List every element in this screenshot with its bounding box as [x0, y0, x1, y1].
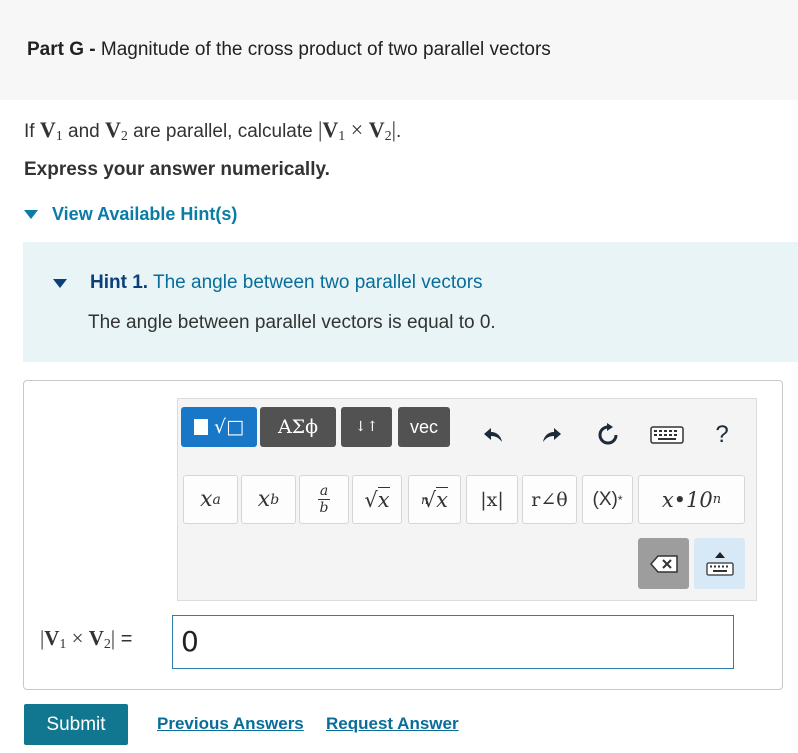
instruction-text: Express your answer numerically. — [24, 159, 330, 180]
answer-v1-sub: 1 — [59, 637, 67, 652]
answer-input[interactable]: 0 — [172, 615, 734, 669]
hint-1-title-text: The angle between two parallel vectors — [153, 272, 483, 293]
submit-button[interactable]: Submit — [24, 704, 128, 745]
part-title-text: Magnitude of the cross product of two pa… — [100, 39, 551, 60]
expr-cross: × — [350, 117, 364, 142]
abs-value-label: |x| — [480, 488, 504, 511]
question-and: and — [68, 121, 100, 142]
answer-expression: |V1 × V2| — [40, 626, 116, 652]
fraction-key-den: b — [319, 500, 329, 516]
v1-subscript: 1 — [55, 129, 63, 144]
question-text: If V1 and V2 are parallel, calculate |V1… — [24, 117, 401, 145]
answer-equals: = — [120, 628, 133, 650]
subscript-key-base: x — [257, 487, 271, 512]
previous-answers-link[interactable]: Previous Answers — [157, 714, 304, 734]
reset-icon[interactable] — [593, 420, 623, 450]
answer-v2-sub: 2 — [103, 637, 111, 652]
backspace-icon — [649, 554, 678, 573]
fraction-key-num: a — [319, 483, 329, 499]
abs-value-key[interactable]: |x| — [466, 475, 518, 524]
tab-arrows-label: ↓↑ — [354, 419, 379, 435]
tab-greek-label: ΑΣϕ — [277, 416, 319, 438]
subscript-key[interactable]: xb — [241, 475, 296, 524]
question-middle: are parallel, calculate — [133, 121, 313, 142]
view-hints-label: View Available Hint(s) — [52, 204, 238, 224]
v2-subscript: 2 — [120, 129, 128, 144]
keyboard-toggle-button[interactable] — [694, 538, 745, 589]
answer-close-bar: | — [110, 626, 116, 650]
conjugate-key-mark: * — [617, 492, 623, 507]
caret-up-icon — [714, 551, 725, 558]
polar-key-label: r∠θ — [531, 488, 568, 511]
tab-vec-label: vec — [409, 416, 438, 437]
power-key-exp: a — [212, 491, 221, 508]
view-hints-toggle[interactable]: View Available Hint(s) — [24, 204, 237, 225]
v1-symbol: V1 — [39, 117, 63, 144]
sqrt-key[interactable]: √ x — [352, 475, 402, 524]
expr-v1: V — [322, 117, 339, 142]
hint-caret-down-icon[interactable] — [53, 279, 67, 288]
power-key[interactable]: xa — [183, 475, 238, 524]
help-button[interactable]: ? — [707, 420, 737, 450]
backspace-button[interactable] — [638, 538, 689, 589]
answer-cross: × — [71, 626, 84, 650]
expr-v2: V — [368, 117, 385, 142]
subscript-key-idx: b — [270, 491, 280, 508]
undo-icon[interactable] — [478, 420, 508, 450]
v1-letter: V — [39, 117, 56, 142]
hint-1-title[interactable]: Hint 1. The angle between two parallel v… — [90, 272, 483, 294]
hint-1-body: The angle between parallel vectors is eq… — [88, 312, 496, 333]
expr-v1-sub: 1 — [338, 129, 346, 144]
v2-symbol: V2 — [105, 117, 128, 144]
nth-root-key[interactable]: n √ x — [408, 475, 461, 524]
request-answer-link[interactable]: Request Answer — [326, 714, 459, 734]
part-title: Part G - Magnitude of the cross product … — [27, 39, 551, 61]
tab-templates-label: √□ — [213, 416, 245, 438]
keyboard-small-icon — [705, 561, 734, 576]
answer-v2: V — [88, 626, 104, 650]
sqrt-glyph: √ — [364, 487, 378, 512]
answer-v1: V — [44, 626, 60, 650]
part-header: Part G - Magnitude of the cross product … — [0, 0, 798, 100]
keyboard-icon[interactable] — [648, 420, 686, 450]
hint-1-label: Hint 1. — [90, 272, 149, 293]
polar-key[interactable]: r∠θ — [522, 475, 577, 524]
answer-label: |V1 × V2| = — [40, 626, 132, 653]
caret-down-icon — [24, 210, 38, 219]
power-key-base: x — [200, 487, 213, 512]
conjugate-key[interactable]: (X) * — [582, 475, 633, 524]
nth-root-glyph: √ — [422, 487, 437, 512]
sqrt-key-arg: x — [377, 487, 390, 512]
sci-key-label: x•10 — [661, 487, 713, 512]
tab-greek[interactable]: ΑΣϕ — [260, 407, 336, 447]
hint-panel: Hint 1. The angle between two parallel v… — [23, 242, 798, 362]
conjugate-key-label: (X) — [592, 488, 618, 510]
fraction-key[interactable]: a b — [299, 475, 349, 524]
v2-letter: V — [105, 117, 121, 142]
part-label: Part G - — [27, 39, 96, 60]
tab-arrows[interactable]: ↓↑ — [341, 407, 392, 447]
tab-templates[interactable]: √□ — [181, 407, 257, 447]
square-template-icon — [193, 419, 208, 435]
scientific-notation-key[interactable]: x•10 n — [638, 475, 745, 524]
sci-key-exp: n — [712, 492, 722, 507]
question-prefix: If — [24, 121, 35, 142]
nth-root-arg: x — [436, 487, 448, 512]
tab-vec[interactable]: vec — [398, 407, 450, 447]
question-period: . — [396, 121, 402, 142]
redo-icon[interactable] — [537, 420, 567, 450]
expr-v2-sub: 2 — [384, 129, 392, 144]
cross-product-expression: |V1 × V2| — [318, 117, 396, 144]
